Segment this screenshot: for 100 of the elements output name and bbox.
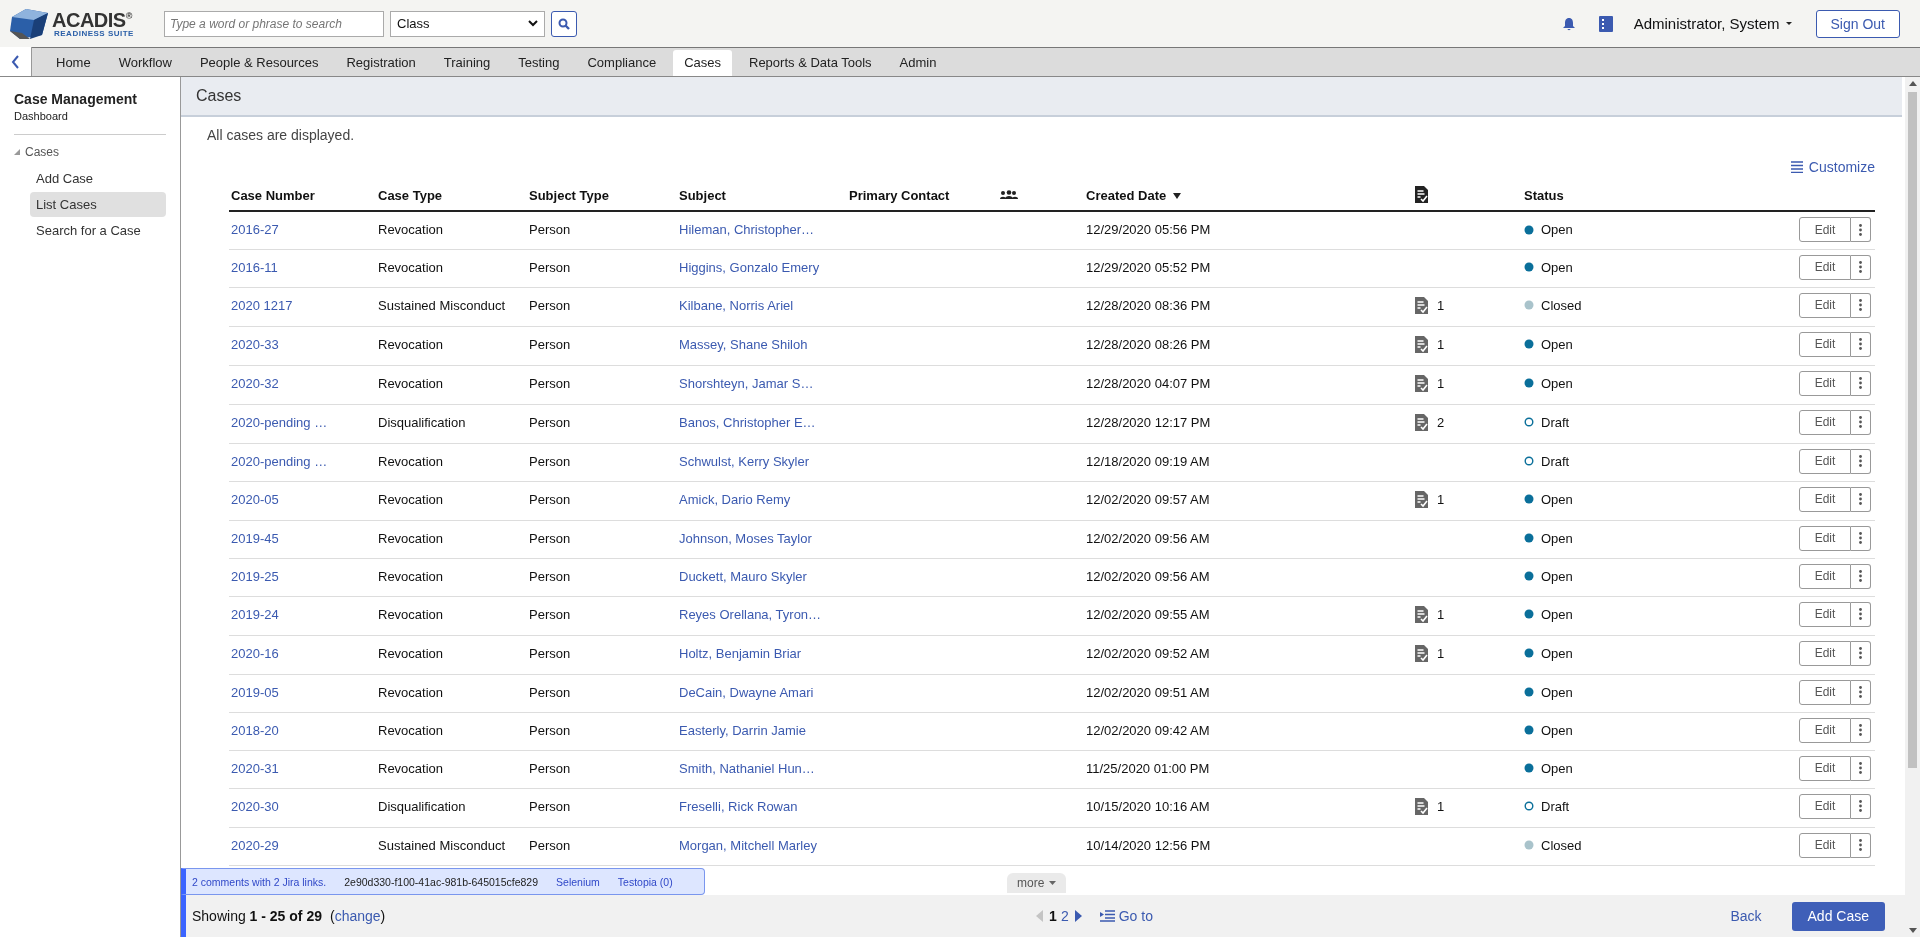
comments-link[interactable]: 2 comments with 2 Jira links. [192,875,327,888]
edit-button[interactable]: Edit [1799,755,1851,781]
column-header[interactable]: Case Type [378,188,443,203]
column-header[interactable]: Subject Type [529,188,609,203]
case-number-link[interactable]: 2020 1217 [231,297,293,313]
nav-tab[interactable]: Reports & Data Tools [738,50,883,76]
case-number-link[interactable]: 2019-25 [231,568,279,584]
scroll-down-icon[interactable] [1908,928,1917,933]
more-actions-button[interactable] [1851,486,1871,512]
subject-link[interactable]: Reyes Orellana, Tyron… [679,606,822,622]
column-header[interactable]: Created Date [1086,188,1182,203]
edit-button[interactable]: Edit [1799,793,1851,819]
more-actions-button[interactable] [1851,717,1871,743]
column-header[interactable]: Case Number [231,188,315,203]
bell-icon[interactable] [1561,16,1576,31]
subject-link[interactable]: Holtz, Benjamin Briar [679,645,802,661]
more-actions-button[interactable] [1851,679,1871,705]
change-link[interactable]: change [334,908,381,924]
subject-link[interactable]: Shorshteyn, Jamar S… [679,375,814,391]
subject-link[interactable]: Hileman, Christopher… [679,222,815,237]
nav-tab[interactable]: Cases [673,50,732,76]
sidebar-item[interactable]: List Cases [30,192,166,217]
subject-link[interactable]: Duckett, Mauro Skyler [679,568,807,584]
case-number-link[interactable]: 2019-45 [231,530,279,546]
search-field[interactable]: Type a word or phrase to search [164,10,384,37]
page-link[interactable]: 2 [1060,908,1069,924]
case-number-link[interactable]: 2016-27 [231,222,279,237]
edit-button[interactable]: Edit [1799,601,1851,627]
case-number-link[interactable]: 2020-31 [231,760,279,776]
column-header[interactable]: Subject [679,188,726,203]
nav-tab[interactable]: People & Resources [188,50,330,76]
case-number-link[interactable]: 2020-pending … [231,414,328,430]
edit-button[interactable]: Edit [1799,486,1851,512]
back-link[interactable]: Back [1730,908,1762,924]
case-number-link[interactable]: 2020-05 [231,491,279,507]
nav-tab[interactable]: Workflow [107,50,183,76]
edit-button[interactable]: Edit [1799,217,1851,242]
subject-link[interactable]: DeCain, Dwayne Amari [679,684,814,700]
edit-button[interactable]: Edit [1799,409,1851,435]
subject-link[interactable]: Morgan, Mitchell Marley [679,837,817,853]
more-actions-button[interactable] [1851,640,1871,666]
case-number-link[interactable]: 2020-pending … [231,453,328,469]
nav-tab[interactable]: Home [45,50,102,76]
subject-link[interactable]: Johnson, Moses Taylor [679,530,812,546]
category-select[interactable]: Class [390,10,545,37]
case-number-link[interactable]: 2016-11 [231,259,278,275]
case-number-link[interactable]: 2020-32 [231,375,279,391]
nav-tab[interactable]: Admin [888,50,948,76]
more-actions-button[interactable] [1851,292,1871,318]
back-button[interactable] [0,47,32,76]
more-actions-button[interactable] [1851,832,1871,858]
subject-link[interactable]: Smith, Nathaniel Hun… [679,760,815,776]
sidebar-item[interactable]: Add Case [30,166,166,191]
nav-tab[interactable]: Compliance [576,50,668,76]
more-actions-button[interactable] [1851,370,1871,396]
case-number-link[interactable]: 2020-33 [231,336,279,352]
case-number-link[interactable]: 2019-05 [231,684,279,700]
edit-button[interactable]: Edit [1799,370,1851,396]
edit-button[interactable]: Edit [1799,679,1851,705]
more-actions-button[interactable] [1851,448,1871,474]
sidebar-link[interactable]: Dashboard [14,110,166,122]
edit-button[interactable]: Edit [1799,254,1851,280]
case-number-link[interactable]: 2019-24 [231,606,279,622]
more-actions-button[interactable] [1851,217,1871,242]
user-menu[interactable]: Administrator, System [1633,15,1792,32]
subject-link[interactable]: Easterly, Darrin Jamie [679,722,806,738]
case-number-link[interactable]: 2020-30 [231,798,279,814]
subject-link[interactable]: Freselli, Rick Rowan [679,798,798,814]
scrollbar[interactable] [1905,77,1920,937]
column-header[interactable]: Status [1524,188,1564,203]
edit-button[interactable]: Edit [1799,448,1851,474]
tree-node[interactable]: Cases [14,145,166,159]
more-actions-button[interactable] [1851,755,1871,781]
case-number-link[interactable]: 2018-20 [231,722,279,738]
nav-tab[interactable]: Registration [335,50,427,76]
subject-link[interactable]: Higgins, Gonzalo Emery [679,259,820,275]
sign-out-button[interactable]: Sign Out [1815,9,1900,38]
more-actions-button[interactable] [1851,525,1871,551]
book-icon[interactable] [1597,15,1614,32]
edit-button[interactable]: Edit [1799,563,1851,589]
subject-link[interactable]: Banos, Christopher E… [679,414,816,430]
subject-link[interactable]: Massey, Shane Shiloh [679,336,808,352]
subject-link[interactable]: Amick, Dario Remy [679,491,791,507]
nav-tab[interactable]: Testing [507,50,571,76]
edit-button[interactable]: Edit [1799,832,1851,858]
nav-tab[interactable]: Training [432,50,502,76]
more-actions-button[interactable] [1851,254,1871,280]
more-actions-button[interactable] [1851,331,1871,357]
edit-button[interactable]: Edit [1799,717,1851,743]
more-actions-button[interactable] [1851,409,1871,435]
page-link[interactable]: 1 [1049,908,1057,924]
add-case-button[interactable]: Add Case [1791,901,1885,931]
more-actions-button[interactable] [1851,563,1871,589]
case-number-link[interactable]: 2020-29 [231,837,279,853]
customize-link[interactable]: Customize [1790,157,1875,177]
edit-button[interactable]: Edit [1799,331,1851,357]
edit-button[interactable]: Edit [1799,525,1851,551]
more-actions-button[interactable] [1851,793,1871,819]
subject-link[interactable]: Kilbane, Norris Ariel [679,297,794,313]
next-page-button[interactable] [1072,908,1084,924]
